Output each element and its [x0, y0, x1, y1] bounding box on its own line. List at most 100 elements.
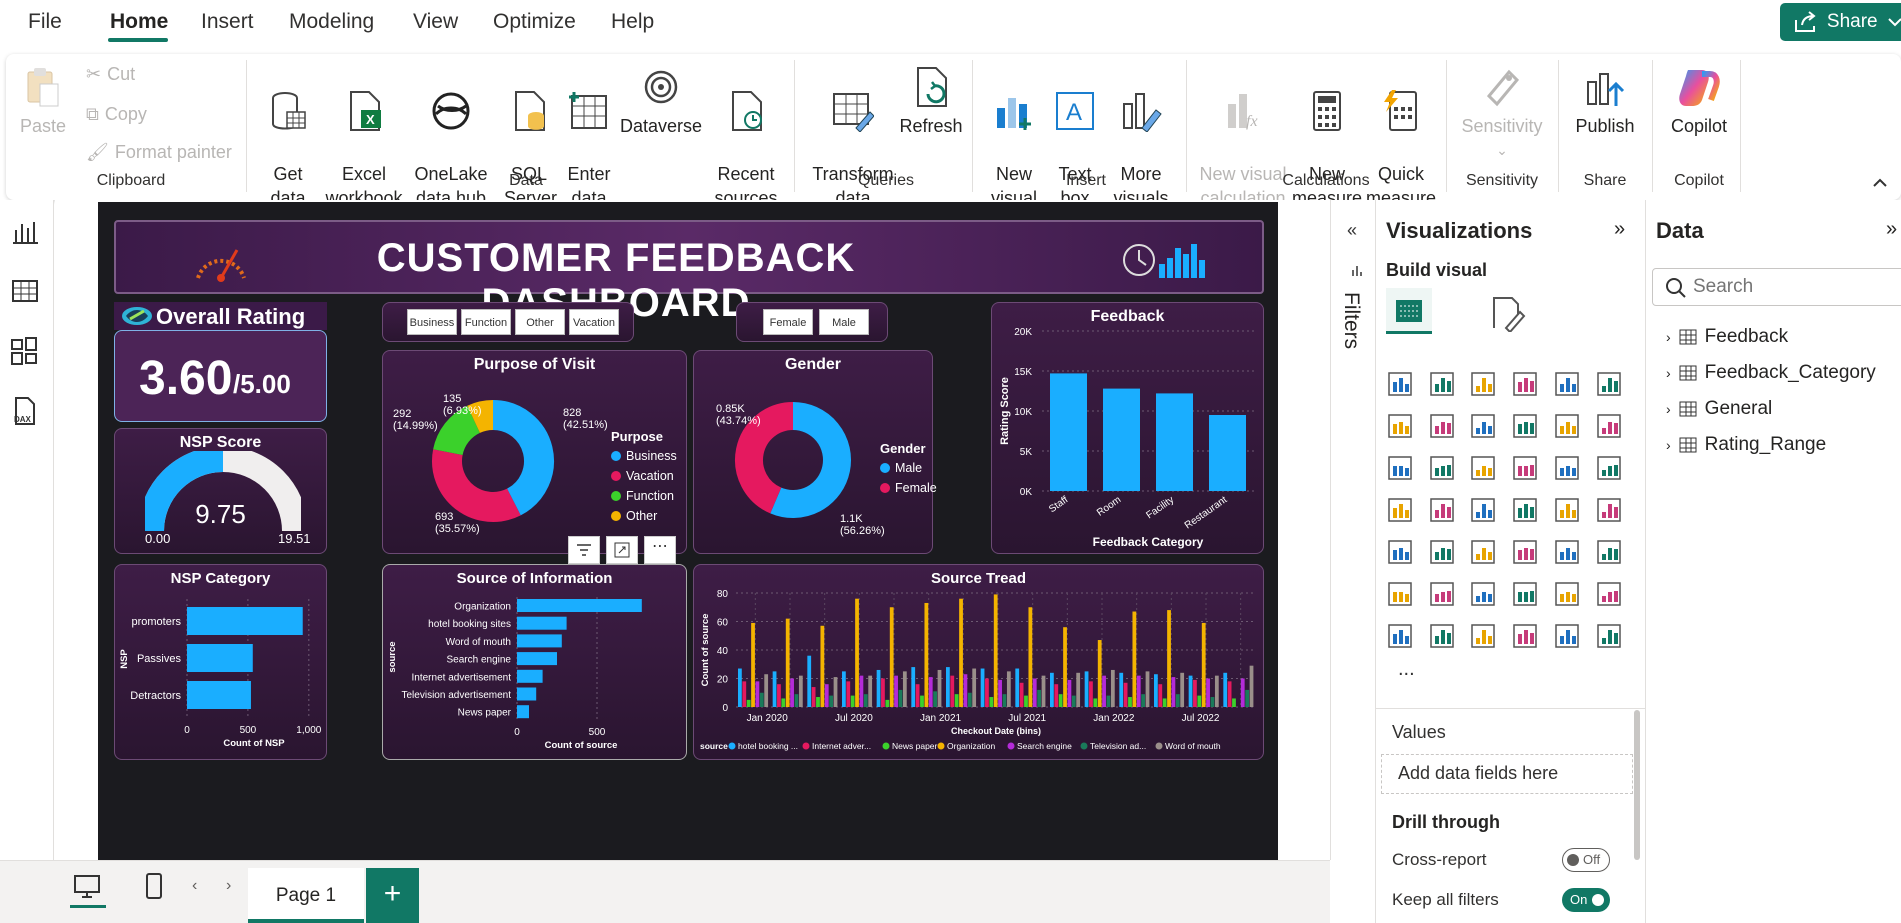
- source-of-information-panel[interactable]: Source of Information Organization hotel …: [382, 564, 687, 760]
- visual-type-icon[interactable]: [1553, 370, 1581, 398]
- feedback-panel[interactable]: Feedback 0K 5K 10K 15K 20K Staff Room Facility R…: [991, 302, 1264, 554]
- visual-type-icon[interactable]: [1553, 496, 1581, 524]
- visual-type-icon[interactable]: [1469, 496, 1497, 524]
- visual-type-icon[interactable]: [1511, 454, 1539, 482]
- share-button[interactable]: Share: [1780, 3, 1901, 41]
- data-search-box[interactable]: [1652, 268, 1901, 306]
- purpose-of-visit-panel[interactable]: Purpose of Visit 828 (42.51%) 693 (35.57…: [382, 350, 687, 554]
- slicer-business[interactable]: Business: [407, 309, 457, 335]
- visual-type-icon[interactable]: [1386, 454, 1414, 482]
- table-rating-range[interactable]: › Rating_Range: [1666, 434, 1826, 456]
- visual-type-icon[interactable]: [1469, 538, 1497, 566]
- visual-type-icon[interactable]: [1595, 538, 1623, 566]
- visual-type-icon[interactable]: [1428, 370, 1456, 398]
- nsp-category-panel[interactable]: NSP Category promoters Passives Detractors…: [114, 564, 327, 760]
- slicer-male[interactable]: Male: [819, 309, 869, 335]
- visual-type-icon[interactable]: [1595, 580, 1623, 608]
- visual-type-icon[interactable]: [1469, 454, 1497, 482]
- menu-file[interactable]: File: [28, 10, 62, 34]
- menu-view[interactable]: View: [413, 10, 458, 34]
- visual-type-icon[interactable]: [1386, 538, 1414, 566]
- visual-type-icon[interactable]: [1511, 370, 1539, 398]
- table-feedback[interactable]: › Feedback: [1666, 326, 1788, 348]
- keep-all-filters-toggle[interactable]: On: [1562, 888, 1610, 912]
- add-page-button[interactable]: +: [366, 868, 419, 923]
- previous-page-icon[interactable]: ‹: [192, 877, 197, 895]
- add-data-fields-well[interactable]: Add data fields here: [1381, 754, 1633, 794]
- visual-type-icon[interactable]: [1428, 412, 1456, 440]
- slicer-other[interactable]: Other: [515, 309, 565, 335]
- cross-report-toggle[interactable]: Off: [1562, 848, 1610, 872]
- table-feedback-category[interactable]: › Feedback_Category: [1666, 362, 1876, 384]
- visual-type-icon[interactable]: [1386, 370, 1414, 398]
- paste-button[interactable]: Paste: [18, 66, 68, 138]
- visual-type-icon[interactable]: [1386, 622, 1414, 650]
- page-tab-page-1[interactable]: Page 1: [248, 868, 364, 923]
- visual-type-icon[interactable]: [1553, 412, 1581, 440]
- visual-type-icon[interactable]: [1511, 622, 1539, 650]
- excel-workbook-button[interactable]: X Excel workbook: [324, 66, 404, 210]
- desktop-layout-icon[interactable]: [74, 875, 100, 899]
- menu-help[interactable]: Help: [611, 10, 654, 34]
- visual-type-icon[interactable]: [1428, 496, 1456, 524]
- focus-mode-icon[interactable]: [606, 536, 638, 564]
- publish-button[interactable]: Publish: [1568, 66, 1642, 138]
- visual-type-icon[interactable]: [1469, 622, 1497, 650]
- expand-right-icon[interactable]: »: [1886, 218, 1897, 241]
- get-data-button[interactable]: Get data: [258, 66, 318, 210]
- visual-type-icon[interactable]: [1428, 454, 1456, 482]
- visual-type-icon[interactable]: [1595, 496, 1623, 524]
- nsp-score-panel[interactable]: NSP Score 9.75 0.00 19.51: [114, 428, 327, 554]
- dax-query-view-icon[interactable]: DAX: [10, 396, 40, 426]
- build-visual-tab[interactable]: [1386, 288, 1432, 334]
- refresh-button[interactable]: Refresh: [896, 66, 966, 138]
- dataverse-button[interactable]: Dataverse: [618, 66, 704, 138]
- visual-type-icon[interactable]: [1469, 580, 1497, 608]
- recent-sources-button[interactable]: Recent sources: [706, 66, 786, 210]
- menu-insert[interactable]: Insert: [201, 10, 254, 34]
- visual-type-icon[interactable]: [1553, 622, 1581, 650]
- visual-type-icon[interactable]: [1595, 412, 1623, 440]
- table-general[interactable]: › General: [1666, 398, 1772, 420]
- report-view-icon[interactable]: [10, 216, 40, 246]
- collapse-left-icon[interactable]: «: [1347, 220, 1357, 241]
- model-view-icon[interactable]: [10, 336, 40, 366]
- filters-pane-collapsed[interactable]: « Filters: [1330, 200, 1375, 860]
- visual-type-icon[interactable]: [1428, 538, 1456, 566]
- visual-type-icon[interactable]: [1386, 496, 1414, 524]
- sensitivity-button[interactable]: Sensitivity ⌄: [1456, 66, 1548, 162]
- copy-button[interactable]: ⧉ Copy: [86, 104, 147, 125]
- menu-optimize[interactable]: Optimize: [493, 10, 576, 34]
- visual-type-icon[interactable]: [1428, 622, 1456, 650]
- visual-type-icon[interactable]: [1469, 412, 1497, 440]
- gender-panel[interactable]: Gender 0.85K (43.74%) 1.1K (56.26%) Gend…: [693, 350, 937, 554]
- mobile-layout-icon[interactable]: [146, 873, 162, 899]
- more-options-icon[interactable]: ⋯: [644, 536, 676, 564]
- visual-type-icon[interactable]: [1386, 580, 1414, 608]
- table-view-icon[interactable]: [10, 276, 40, 306]
- visual-type-icon[interactable]: [1553, 580, 1581, 608]
- format-painter-button[interactable]: 🖌 Format painter: [86, 142, 232, 163]
- visual-type-icon[interactable]: [1511, 580, 1539, 608]
- scrollbar-thumb[interactable]: [1634, 710, 1640, 860]
- visual-type-icon[interactable]: [1595, 454, 1623, 482]
- slicer-vacation[interactable]: Vacation: [569, 309, 619, 335]
- visual-type-icon[interactable]: [1595, 370, 1623, 398]
- new-visual-button[interactable]: New visual: [986, 66, 1042, 210]
- next-page-icon[interactable]: ›: [226, 877, 231, 895]
- visual-type-icon[interactable]: [1428, 580, 1456, 608]
- visual-type-icon[interactable]: [1469, 370, 1497, 398]
- visual-type-icon[interactable]: [1511, 538, 1539, 566]
- visual-type-icon[interactable]: [1553, 454, 1581, 482]
- collapse-ribbon-icon[interactable]: [1872, 176, 1888, 188]
- search-input[interactable]: [1693, 275, 1843, 299]
- menu-modeling[interactable]: Modeling: [289, 10, 374, 34]
- visual-type-icon[interactable]: [1511, 496, 1539, 524]
- visual-type-icon[interactable]: [1511, 412, 1539, 440]
- overall-rating-card[interactable]: 3.60 /5.00: [114, 330, 327, 422]
- menu-home[interactable]: Home: [110, 10, 168, 34]
- source-tread-panel[interactable]: Source Tread 0 20 40 60 80 Jan 2020 Jul 2020 Ja…: [693, 564, 1264, 760]
- more-visuals-ellipsis[interactable]: ...: [1398, 658, 1415, 681]
- filter-icon[interactable]: [568, 536, 600, 564]
- slicer-female[interactable]: Female: [763, 309, 813, 335]
